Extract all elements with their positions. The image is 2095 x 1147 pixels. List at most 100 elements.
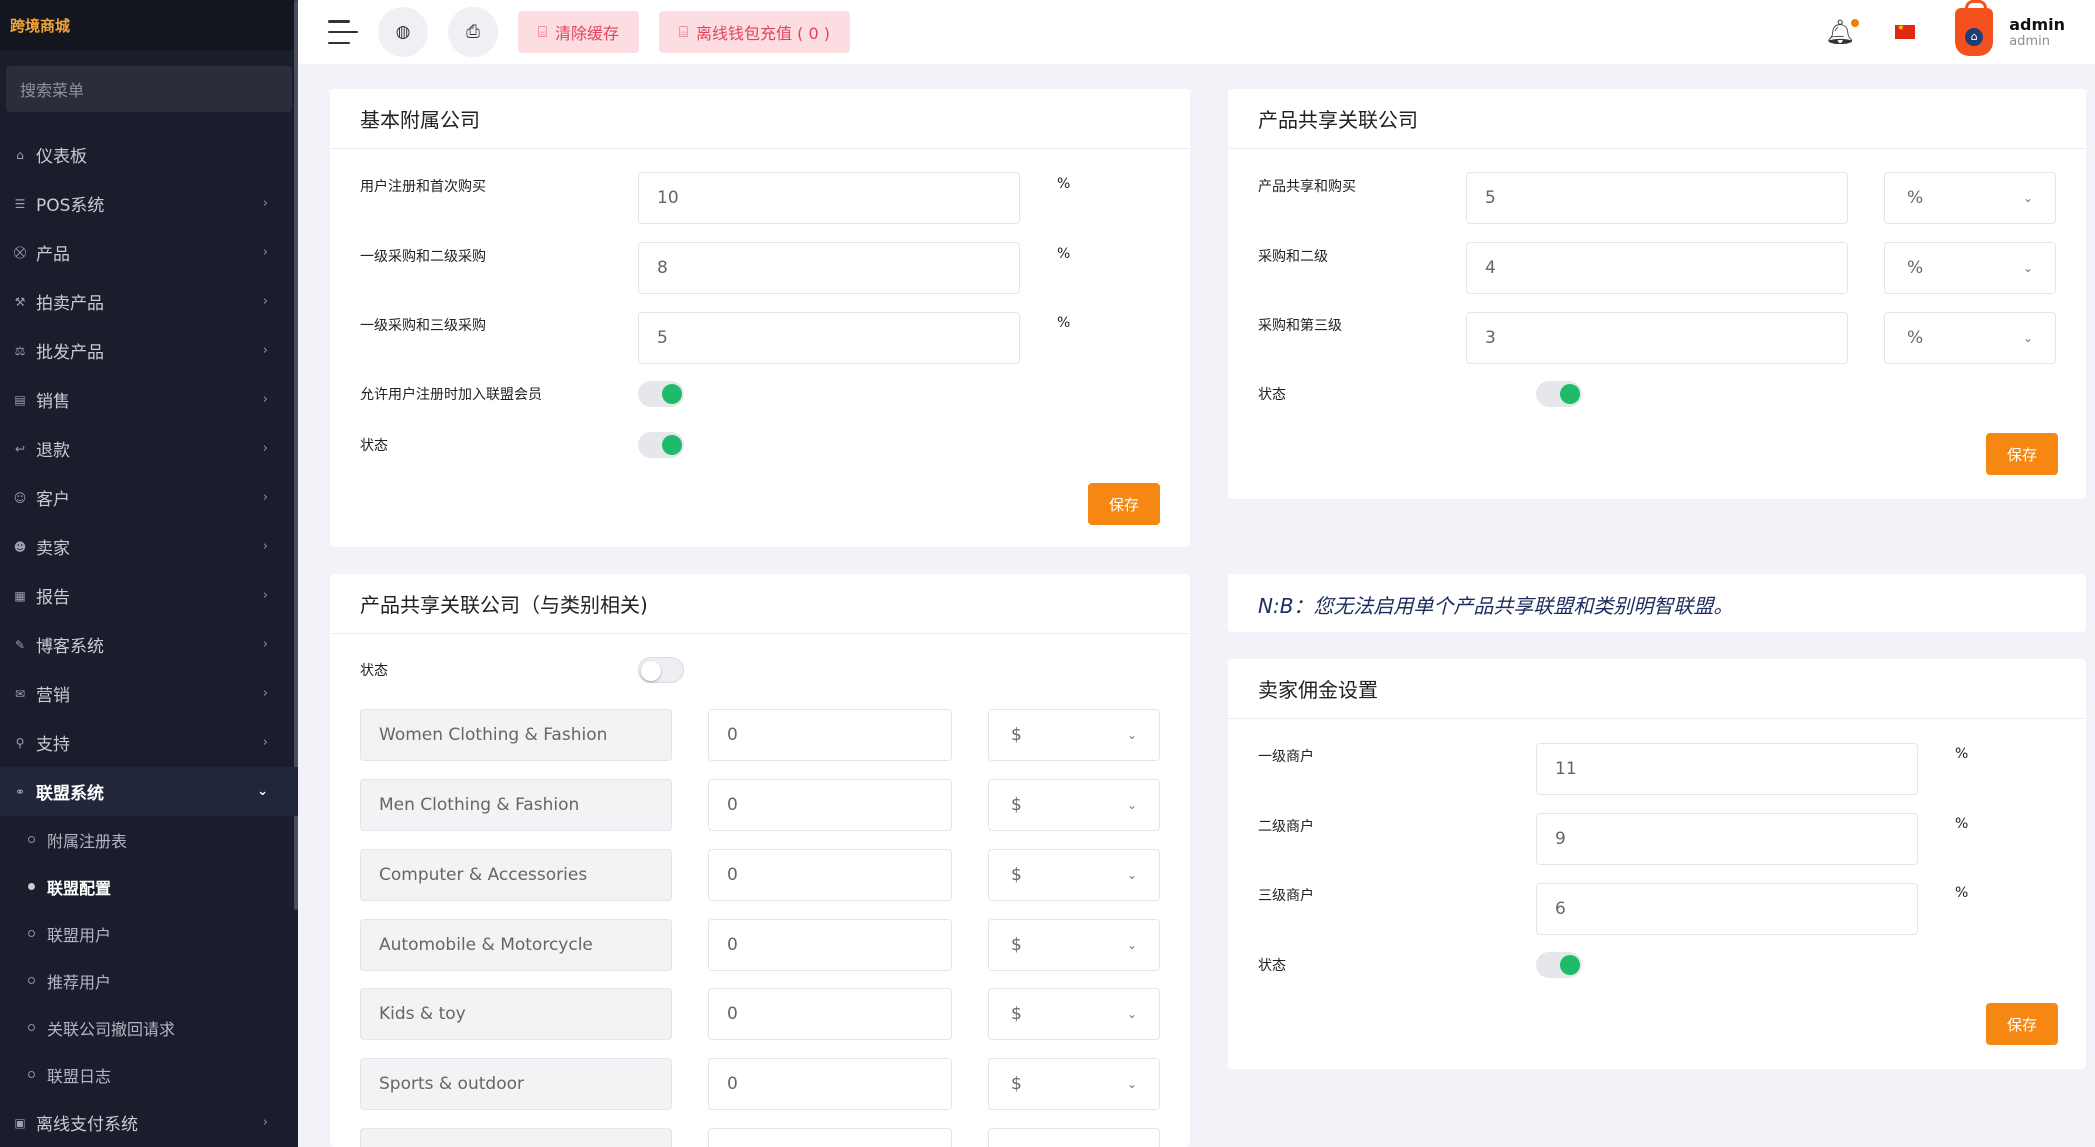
chevron-down-icon: ⌄: [257, 784, 268, 799]
offline-wallet-button[interactable]: ⌸ 离线钱包充值 ( 0 ): [659, 11, 850, 53]
sidebar-subitem-affiliate-config[interactable]: 联盟配置: [0, 863, 298, 910]
link-icon: ⚲: [15, 735, 25, 750]
card-title: 基本附属公司: [330, 89, 1190, 149]
category-value-input[interactable]: 0: [708, 779, 952, 831]
chevron-down-icon: ⌄: [2022, 261, 2033, 275]
save-button[interactable]: 保存: [1986, 1003, 2058, 1045]
menu-search-placeholder: 搜索菜单: [20, 81, 85, 100]
sidebar-item-label: 拍卖产品: [36, 294, 104, 314]
sidebar-item-affiliate[interactable]: ⚭ 联盟系统 ⌄: [0, 767, 298, 816]
print-button[interactable]: ⎙: [448, 7, 498, 57]
allow-join-toggle[interactable]: [638, 381, 684, 407]
sidebar-item-label: 仪表板: [36, 147, 87, 167]
sidebar-item-offline-payment[interactable]: ▣ 离线支付系统 ›: [0, 1098, 298, 1147]
sidebar-item-pos[interactable]: ☰ POS系统 ›: [0, 179, 298, 228]
sidebar-subitem-referral-users[interactable]: 推荐用户: [0, 957, 298, 1004]
field-label: 状态: [1258, 958, 1286, 974]
bullet-icon: [28, 1071, 35, 1078]
sidebar-subitem-affiliate-logs[interactable]: 联盟日志: [0, 1051, 298, 1098]
avatar[interactable]: [1955, 0, 1994, 56]
currency-select[interactable]: $ ⌄: [988, 1058, 1160, 1110]
category-value-input[interactable]: 0: [708, 709, 952, 761]
status-toggle[interactable]: [1536, 952, 1582, 978]
wholesale-icon: ⚖: [14, 343, 26, 358]
sidebar-subitem-affiliate-users[interactable]: 联盟用户: [0, 910, 298, 957]
save-button[interactable]: 保存: [1088, 483, 1160, 525]
sidebar-item-blog[interactable]: ✎ 博客系统 ›: [0, 620, 298, 669]
unit-select[interactable]: % ⌄: [1884, 242, 2056, 294]
level1-merchant-input[interactable]: 11: [1536, 743, 1918, 795]
gavel-icon: ⚒: [14, 294, 26, 309]
purchase-level3-input[interactable]: 3: [1466, 312, 1848, 364]
save-button[interactable]: 保存: [1986, 433, 2058, 475]
category-value-input[interactable]: [708, 1128, 952, 1147]
category-value-input[interactable]: 0: [708, 919, 952, 971]
currency-select[interactable]: $ ⌄: [988, 988, 1160, 1040]
china-flag-icon[interactable]: [1895, 23, 1916, 39]
sidebar-item-sellers[interactable]: ☻ 卖家 ›: [0, 522, 298, 571]
currency-select[interactable]: [988, 1128, 1160, 1147]
users-icon: ☺: [13, 490, 27, 505]
home-icon: ⌂: [16, 147, 24, 162]
chevron-right-icon: ›: [262, 245, 268, 260]
percent-unit: %: [1955, 816, 1969, 832]
megaphone-icon: ✎: [14, 637, 26, 652]
purchase-level2-input[interactable]: 4: [1466, 242, 1848, 294]
globe-button[interactable]: ◍: [378, 7, 428, 57]
refund-icon: ↩: [14, 441, 26, 456]
level2-merchant-input[interactable]: 9: [1536, 813, 1918, 865]
field-label: 一级采购和二级采购: [360, 249, 486, 265]
category-status-toggle[interactable]: [638, 657, 684, 683]
category-name-field: Automobile & Motorcycle: [360, 919, 672, 971]
sidebar-item-customers[interactable]: ☺ 客户 ›: [0, 473, 298, 522]
field-label: 产品共享和购买: [1258, 179, 1356, 195]
category-value-input[interactable]: 0: [708, 988, 952, 1040]
notification-bell-icon[interactable]: 🔔︎: [1825, 18, 1860, 46]
currency-select[interactable]: $ ⌄: [988, 849, 1160, 901]
category-value-input[interactable]: 0: [708, 849, 952, 901]
status-toggle[interactable]: [638, 432, 684, 458]
currency-select[interactable]: $ ⌄: [988, 779, 1160, 831]
chevron-right-icon: ›: [262, 196, 268, 211]
sidebar-item-auction[interactable]: ⚒ 拍卖产品 ›: [0, 277, 298, 326]
unit-select[interactable]: % ⌄: [1884, 172, 2056, 224]
sidebar-item-wholesale[interactable]: ⚖ 批发产品 ›: [0, 326, 298, 375]
chevron-down-icon: ⌄: [1126, 798, 1137, 812]
sidebar-item-reports[interactable]: ▦ 报告 ›: [0, 571, 298, 620]
level1-level3-input[interactable]: 5: [638, 312, 1020, 364]
product-share-card: 产品共享关联公司 产品共享和购买 5 % ⌄ 采购和二级 4 % ⌄ 采购和第三级 …: [1228, 89, 2086, 499]
category-name-field: Men Clothing & Fashion: [360, 779, 672, 831]
sidebar-item-sales[interactable]: ▤ 销售 ›: [0, 375, 298, 424]
level1-level2-input[interactable]: 8: [638, 242, 1020, 294]
field-label: 状态: [360, 438, 388, 454]
menu-toggle-icon[interactable]: [328, 20, 358, 44]
sidebar-item-support[interactable]: ⚲ 支持 ›: [0, 718, 298, 767]
menu-search-input[interactable]: 搜索菜单: [6, 66, 292, 112]
registration-first-purchase-input[interactable]: 10: [638, 172, 1020, 224]
sidebar-item-refunds[interactable]: ↩ 退款 ›: [0, 424, 298, 473]
level3-merchant-input[interactable]: 6: [1536, 883, 1918, 935]
currency-select[interactable]: $ ⌄: [988, 709, 1160, 761]
user-menu[interactable]: admin admin: [2009, 15, 2065, 49]
sidebar-item-marketing[interactable]: ✉ 营销 ›: [0, 669, 298, 718]
category-value-input[interactable]: 0: [708, 1058, 952, 1110]
brand-name: 跨境商城: [10, 16, 71, 35]
sidebar-item-products[interactable]: ⛒ 产品 ›: [0, 228, 298, 277]
status-toggle[interactable]: [1536, 381, 1582, 407]
category-share-card: 产品共享关联公司（与类别相关) 状态 Women Clothing & Fash…: [330, 574, 1190, 1147]
seller-commission-card: 卖家佣金设置 一级商户 11 % 二级商户 9 % 三级商户 6 % 状态 保存: [1228, 659, 2086, 1069]
field-label: 状态: [360, 663, 388, 679]
sidebar-subitem-withdraw-requests[interactable]: 关联公司撤回请求: [0, 1004, 298, 1051]
unit-select[interactable]: % ⌄: [1884, 312, 2056, 364]
sidebar-item-label: 客户: [36, 490, 70, 510]
chevron-right-icon: ›: [262, 490, 268, 505]
product-share-purchase-input[interactable]: 5: [1466, 172, 1848, 224]
currency-select[interactable]: $ ⌄: [988, 919, 1160, 971]
chevron-right-icon: ›: [262, 637, 268, 652]
clear-cache-button[interactable]: ⌸ 清除缓存: [518, 11, 640, 53]
sidebar-item-dashboard[interactable]: ⌂ 仪表板: [0, 130, 298, 179]
brand-logo[interactable]: 跨境商城: [0, 0, 298, 50]
chevron-down-icon: ⌄: [2022, 331, 2033, 345]
field-label: 采购和二级: [1258, 249, 1328, 265]
sidebar-subitem-affiliate-registration[interactable]: 附属注册表: [0, 816, 298, 863]
